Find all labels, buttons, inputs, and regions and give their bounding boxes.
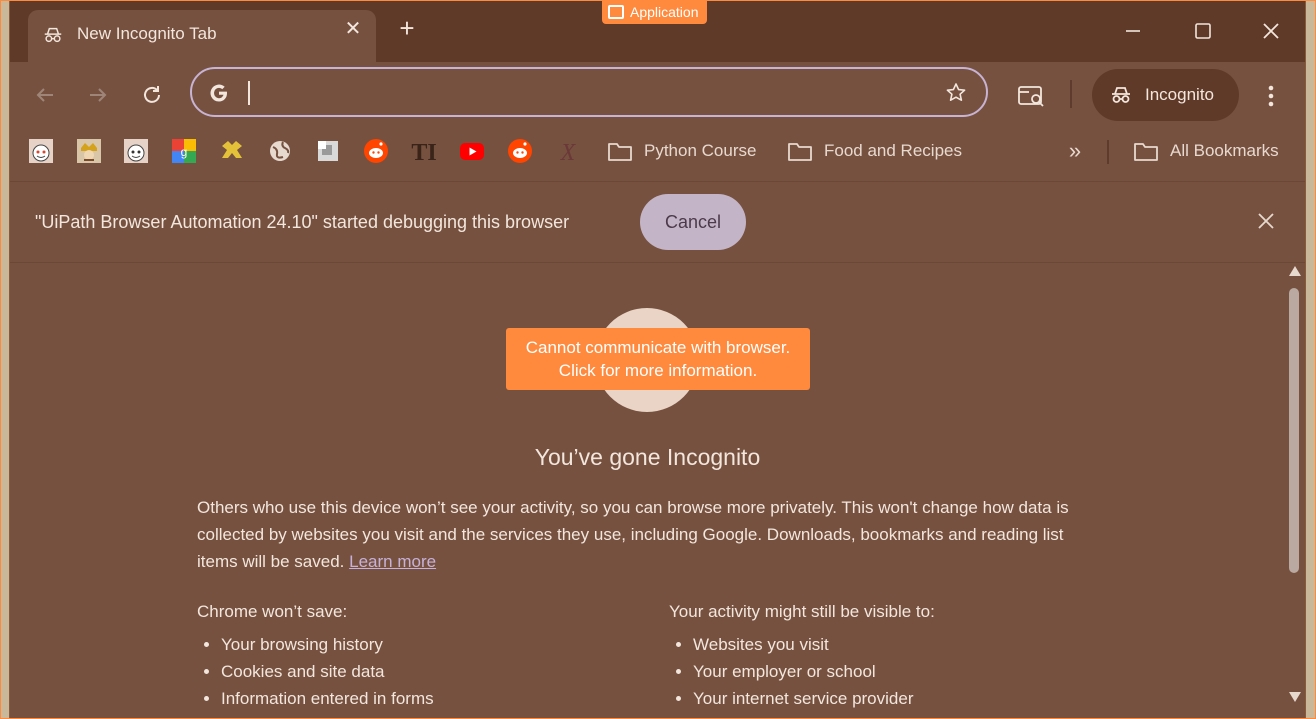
app-window-icon <box>608 5 624 19</box>
svg-text:X: X <box>560 140 577 164</box>
incognito-label: Incognito <box>1145 85 1214 104</box>
folder-icon <box>1134 143 1158 161</box>
address-bar[interactable] <box>190 67 988 117</box>
tab-close-icon[interactable]: ✕ <box>342 18 364 40</box>
folder-icon <box>788 143 812 161</box>
visible-to-list: Websites you visit Your employer or scho… <box>669 631 914 712</box>
bookmark-folder-food-and-recipes[interactable]: Food and Recipes <box>787 138 962 164</box>
list-item: Your internet service provider <box>693 685 914 712</box>
close-window-icon[interactable] <box>1256 16 1286 46</box>
google-colorful-favicon[interactable]: g <box>171 138 197 164</box>
all-bookmarks-folder[interactable]: All Bookmarks <box>1133 138 1279 164</box>
app-label-text: Application <box>630 4 699 20</box>
reddit-favicon[interactable] <box>363 138 389 164</box>
bookmarks-overflow-button[interactable]: » <box>1062 140 1088 164</box>
bookmarks-bar: g TI X Python Course Food and Recipes » … <box>10 128 1305 182</box>
scroll-thumb[interactable] <box>1289 288 1299 573</box>
infobar-close-icon[interactable] <box>1255 210 1277 232</box>
visible-to-heading: Your activity might still be visible to: <box>669 602 935 621</box>
new-tab-button[interactable]: + <box>395 15 419 41</box>
tab-search-icon[interactable] <box>1017 82 1047 110</box>
reload-icon[interactable] <box>137 80 167 110</box>
list-item: Information entered in forms <box>221 685 434 712</box>
bookmarks-divider <box>1107 140 1109 164</box>
list-item: Your employer or school <box>693 658 914 685</box>
bookmark-star-icon[interactable] <box>944 81 968 105</box>
address-input[interactable] <box>254 77 918 109</box>
toolbar: Incognito <box>10 62 1305 128</box>
text-caret <box>248 81 250 105</box>
list-item: Websites you visit <box>693 631 914 658</box>
tab-title: New Incognito Tab <box>77 24 217 43</box>
youtube-favicon[interactable] <box>459 138 485 164</box>
reddit-favicon-2[interactable] <box>507 138 533 164</box>
browser-window: New Incognito Tab ✕ + Incognito g TI X P… <box>10 0 1305 719</box>
reddit-user-favicon[interactable] <box>123 138 149 164</box>
globe-icon[interactable] <box>267 138 293 164</box>
automation-error-toast[interactable]: Cannot communicate with browser. Click f… <box>506 328 810 390</box>
intro-paragraph: Others who use this device won’t see you… <box>197 494 1087 575</box>
more-menu-icon[interactable] <box>1261 82 1281 110</box>
scroll-down-arrow-icon[interactable] <box>1289 692 1301 702</box>
wont-save-list: Your browsing history Cookies and site d… <box>197 631 434 712</box>
incognito-icon <box>44 27 62 43</box>
toast-line-2: Click for more information. <box>558 361 758 380</box>
incognito-icon <box>1112 87 1130 103</box>
tab-new-incognito[interactable]: New Incognito Tab ✕ <box>28 10 376 62</box>
page-scrollbar[interactable] <box>1285 263 1305 719</box>
minimize-icon[interactable] <box>1118 16 1148 46</box>
forward-arrow-icon[interactable] <box>83 80 113 110</box>
folder-label: Python Course <box>644 141 757 160</box>
reddit-alien-favicon[interactable] <box>28 138 54 164</box>
learn-more-link[interactable]: Learn more <box>349 552 436 571</box>
king-avatar-favicon[interactable] <box>76 138 102 164</box>
toast-line-1: Cannot communicate with browser. <box>525 338 791 357</box>
svg-text:g: g <box>181 145 188 159</box>
intro-text: Others who use this device won’t see you… <box>197 498 1069 571</box>
script-x-favicon[interactable]: X <box>555 138 581 164</box>
svg-text:TI: TI <box>411 140 436 164</box>
infobar-message: "UiPath Browser Automation 24.10" starte… <box>35 212 570 232</box>
incognito-page: Cannot communicate with browser. Click f… <box>10 263 1285 719</box>
all-bookmarks-label: All Bookmarks <box>1170 141 1279 160</box>
folder-label: Food and Recipes <box>824 141 962 160</box>
automation-app-label: Application <box>602 0 707 24</box>
wont-save-heading: Chrome won’t save: <box>197 602 348 621</box>
google-g-icon <box>210 84 227 102</box>
tumblr-ti-favicon[interactable]: TI <box>411 138 437 164</box>
maximize-icon[interactable] <box>1188 16 1218 46</box>
back-arrow-icon[interactable] <box>30 80 60 110</box>
yellow-mark-favicon[interactable] <box>219 138 245 164</box>
list-item: Cookies and site data <box>221 658 434 685</box>
toolbar-divider <box>1070 80 1072 108</box>
cancel-button[interactable]: Cancel <box>640 194 746 250</box>
incognito-profile-button[interactable]: Incognito <box>1092 69 1239 121</box>
pixel-square-favicon[interactable] <box>315 138 341 164</box>
list-item: Your browsing history <box>221 631 434 658</box>
bookmark-folder-python-course[interactable]: Python Course <box>607 138 756 164</box>
page-heading: You’ve gone Incognito <box>534 444 761 470</box>
scroll-up-arrow-icon[interactable] <box>1289 266 1301 276</box>
folder-icon <box>608 143 632 161</box>
debugging-infobar: "UiPath Browser Automation 24.10" starte… <box>10 182 1305 263</box>
